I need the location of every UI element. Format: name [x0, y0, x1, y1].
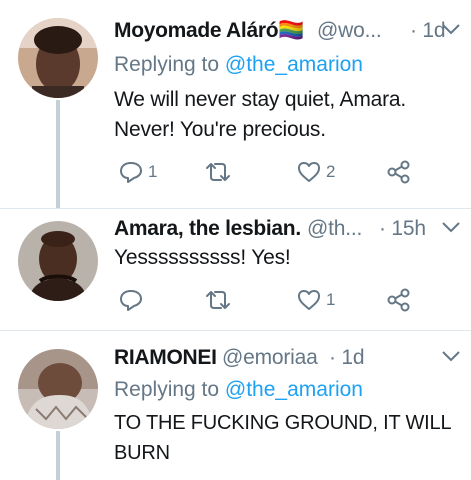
share-icon: [387, 160, 410, 184]
avatar-image: [18, 349, 98, 429]
author-handle[interactable]: @th...: [307, 214, 362, 244]
thread-line: [56, 431, 60, 480]
tweet-3[interactable]: RIAMONEI @emoriaa · 1d Replying to @the_…: [0, 331, 471, 480]
action-bar: 1: [114, 285, 454, 315]
tweet-text: We will never stay quiet, Amara. Never! …: [114, 85, 464, 145]
like-count: 2: [326, 162, 336, 181]
author-handle[interactable]: @wo...: [317, 16, 382, 46]
author-handle[interactable]: @emoriaa: [222, 343, 318, 373]
avatar[interactable]: [18, 18, 98, 98]
heart-icon: [298, 162, 320, 182]
tweet-1[interactable]: Moyomade Aláró🏳️‍🌈 @wo... · 1d Replying …: [0, 0, 471, 208]
replying-to: Replying to @the_amarion: [114, 375, 363, 405]
action-bar: 1 2: [114, 157, 454, 187]
retweet-icon: [206, 291, 230, 309]
chevron-down-icon[interactable]: [441, 220, 461, 234]
chevron-down-icon[interactable]: [441, 22, 461, 36]
reply-button[interactable]: [118, 285, 144, 315]
retweet-button[interactable]: [204, 157, 232, 187]
reply-icon: [120, 162, 142, 183]
mention-link[interactable]: @the_amarion: [225, 378, 363, 401]
reply-count: 1: [148, 162, 158, 181]
author-name[interactable]: Amara, the lesbian.: [114, 214, 301, 244]
heart-icon: [298, 290, 320, 310]
replying-to: Replying to @the_amarion: [114, 50, 363, 80]
tweet-2[interactable]: Amara, the lesbian. @th... · 15h Yesssss…: [0, 209, 471, 330]
retweet-button[interactable]: [204, 285, 232, 315]
thread-line: [56, 100, 60, 208]
author-name[interactable]: Moyomade Aláró🏳️‍🌈: [114, 16, 304, 46]
tweet-text-line: Yessssssssss! Yes!: [114, 246, 291, 269]
retweet-icon: [206, 163, 230, 181]
avatar[interactable]: [18, 349, 98, 429]
tweet-time[interactable]: · 15h: [379, 214, 426, 244]
tweet-text-line: Never! You're precious.: [114, 118, 326, 141]
mention-link[interactable]: @the_amarion: [225, 53, 363, 76]
share-button[interactable]: [386, 157, 412, 187]
author-name[interactable]: RIAMONEI: [114, 343, 217, 373]
tweet-text-line: We will never stay quiet, Amara.: [114, 88, 406, 111]
tweet-text-line: TO THE FUCKING GROUND, IT WILL: [114, 412, 452, 434]
share-icon: [387, 288, 410, 312]
like-count: 1: [326, 290, 336, 309]
tweet-text: TO THE FUCKING GROUND, IT WILL BURN: [114, 408, 469, 468]
replying-prefix: Replying to: [114, 378, 225, 401]
avatar[interactable]: [18, 221, 98, 301]
tweet-time[interactable]: · 1d: [329, 343, 365, 373]
avatar-image: [18, 18, 98, 98]
reply-icon: [120, 290, 142, 311]
replying-prefix: Replying to: [114, 53, 225, 76]
avatar-image: [18, 221, 98, 301]
share-button[interactable]: [386, 285, 412, 315]
chevron-down-icon[interactable]: [441, 349, 461, 363]
like-button[interactable]: 2: [296, 157, 335, 187]
tweet-text: Yessssssssss! Yes!: [114, 243, 464, 273]
like-button[interactable]: 1: [296, 285, 335, 315]
tweet-text-line: BURN: [114, 442, 170, 464]
reply-button[interactable]: 1: [118, 157, 157, 187]
